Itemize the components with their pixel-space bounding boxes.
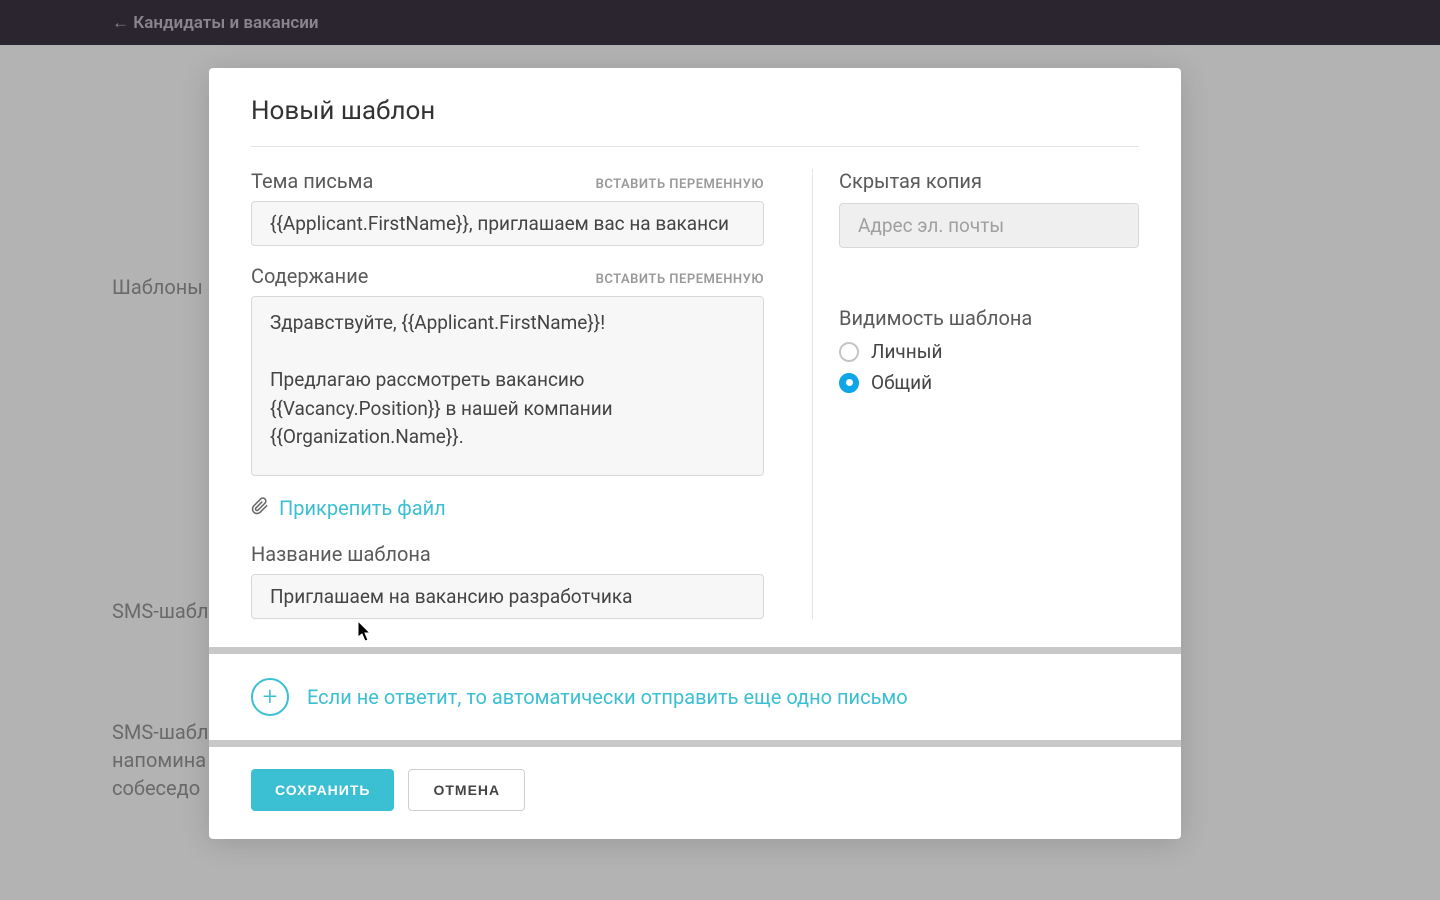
content-label: Содержание [251, 264, 368, 288]
save-button[interactable]: СОХРАНИТЬ [251, 769, 394, 811]
insert-variable-content[interactable]: ВСТАВИТЬ ПЕРЕМЕННУЮ [596, 272, 764, 287]
bcc-input[interactable] [839, 203, 1139, 248]
radio-dot [846, 379, 853, 386]
section-divider-2 [209, 740, 1181, 747]
followup-label[interactable]: Если не ответит, то автоматически отправ… [307, 685, 908, 709]
template-name-label: Название шаблона [251, 542, 431, 566]
radio-shared[interactable]: Общий [839, 371, 1139, 394]
visibility-label: Видимость шаблона [839, 306, 1139, 330]
radio-personal[interactable]: Личный [839, 340, 1139, 363]
modal-header: Новый шаблон [209, 68, 1181, 146]
radio-circle-personal [839, 342, 859, 362]
template-name-label-row: Название шаблона [251, 542, 764, 566]
plus-icon[interactable]: + [251, 678, 289, 716]
left-column: Тема письма ВСТАВИТЬ ПЕРЕМЕННУЮ Содержан… [251, 169, 813, 619]
right-column: Скрытая копия Видимость шаблона Личный О… [813, 169, 1139, 619]
paperclip-icon [251, 497, 269, 519]
modal-body: Тема письма ВСТАВИТЬ ПЕРЕМЕННУЮ Содержан… [209, 147, 1181, 647]
modal-overlay: Новый шаблон Тема письма ВСТАВИТЬ ПЕРЕМЕ… [0, 0, 1440, 900]
subject-input[interactable] [251, 201, 764, 246]
visibility-section: Видимость шаблона Личный Общий [839, 306, 1139, 394]
bcc-label: Скрытая копия [839, 169, 1139, 193]
content-textarea[interactable] [251, 296, 764, 476]
add-followup-row[interactable]: + Если не ответит, то автоматически отпр… [209, 654, 1181, 740]
radio-label-shared: Общий [871, 371, 932, 394]
radio-circle-shared [839, 373, 859, 393]
modal-title: Новый шаблон [251, 96, 1139, 126]
insert-variable-subject[interactable]: ВСТАВИТЬ ПЕРЕМЕННУЮ [596, 177, 764, 192]
radio-label-personal: Личный [871, 340, 942, 363]
cancel-button[interactable]: ОТМЕНА [408, 769, 525, 811]
subject-label: Тема письма [251, 169, 373, 193]
modal-footer: СОХРАНИТЬ ОТМЕНА [209, 747, 1181, 839]
template-name-input[interactable] [251, 574, 764, 619]
subject-label-row: Тема письма ВСТАВИТЬ ПЕРЕМЕННУЮ [251, 169, 764, 193]
attach-file-link[interactable]: Прикрепить файл [279, 496, 446, 520]
attach-file-row[interactable]: Прикрепить файл [251, 496, 764, 520]
content-label-row: Содержание ВСТАВИТЬ ПЕРЕМЕННУЮ [251, 264, 764, 288]
template-modal: Новый шаблон Тема письма ВСТАВИТЬ ПЕРЕМЕ… [209, 68, 1181, 839]
section-divider [209, 647, 1181, 654]
